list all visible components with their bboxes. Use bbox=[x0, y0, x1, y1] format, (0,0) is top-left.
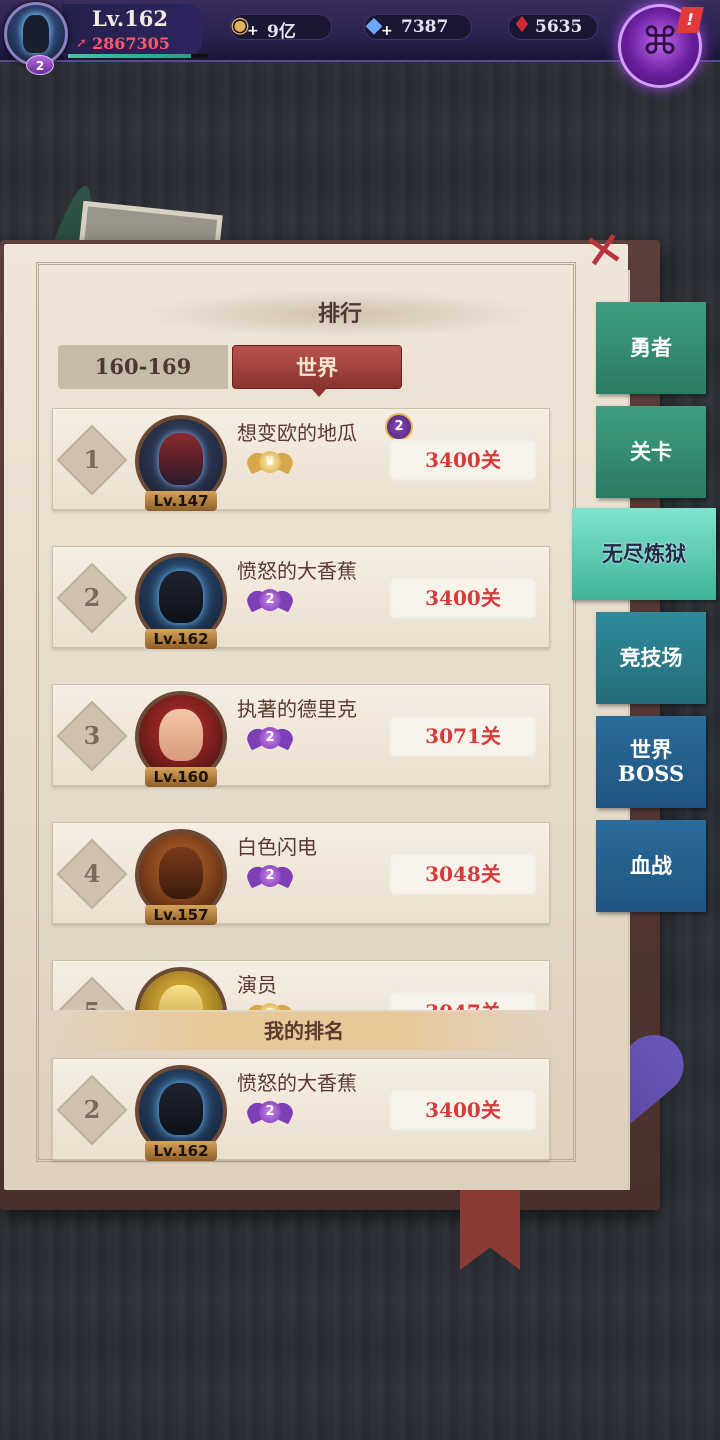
quest-scroll-button[interactable]: ⌘ ! bbox=[618, 4, 704, 88]
blood-drop-icon: ♦ bbox=[512, 13, 532, 38]
ranking-list[interactable]: 1 Lv.147 想变欧的地瓜 2 ♛ 3400关 2 Lv.162 愤怒的大香… bbox=[36, 390, 552, 1010]
avatar[interactable]: Lv.160 bbox=[135, 691, 227, 787]
player-avatar[interactable]: 2 bbox=[4, 2, 68, 75]
close-icon[interactable]: ✕ bbox=[570, 220, 638, 282]
score: 3400关 bbox=[389, 1089, 537, 1131]
rank-number: 3 bbox=[83, 721, 101, 750]
tab-world[interactable]: 世界 bbox=[232, 345, 402, 397]
player-rank-badge: 2 bbox=[26, 55, 54, 75]
rank-badge-number: 2 bbox=[259, 865, 281, 887]
avatar[interactable]: Lv.147 bbox=[135, 415, 227, 511]
avatar-art bbox=[159, 985, 203, 1010]
hero-level: Lv.157 bbox=[145, 905, 217, 925]
rank-badge-icon: ♛ bbox=[244, 449, 296, 479]
ranking-row-2[interactable]: 2 Lv.162 愤怒的大香蕉 2 3400关 bbox=[52, 546, 550, 649]
avatar-art bbox=[159, 847, 203, 899]
side-tab-arena[interactable]: 竞技场 bbox=[596, 612, 706, 704]
side-tab-hero[interactable]: 勇者 bbox=[596, 302, 706, 394]
avatar-art bbox=[159, 571, 203, 623]
player-name: 执著的德里克 bbox=[237, 697, 357, 721]
player-power: 2867305 bbox=[92, 34, 170, 53]
player-name: 愤怒的大香蕉 bbox=[237, 1071, 357, 1095]
rank-badge-number: 2 bbox=[259, 727, 281, 749]
ranking-row-1[interactable]: 1 Lv.147 想变欧的地瓜 2 ♛ 3400关 bbox=[52, 408, 550, 511]
rank-badge-icon: 2 bbox=[244, 587, 296, 617]
rank-number: 4 bbox=[83, 859, 101, 888]
player-name: 愤怒的大香蕉 bbox=[237, 559, 357, 583]
avatar-art bbox=[159, 1083, 203, 1135]
player-level-panel: Lv.162 ➚ 2867305 bbox=[62, 4, 208, 58]
blood-counter[interactable]: ♦ 5635 bbox=[508, 13, 598, 40]
rank-badge-number: 2 bbox=[259, 589, 281, 611]
xp-fill bbox=[68, 54, 192, 58]
rank-badge-icon: 2 bbox=[244, 725, 296, 755]
gem-counter[interactable]: ◆ + 7387 bbox=[364, 13, 472, 40]
avatar-art bbox=[159, 709, 203, 761]
avatar[interactable]: Lv.157 bbox=[135, 829, 227, 925]
gem-add-icon[interactable]: + bbox=[381, 23, 393, 39]
rank-badge-icon: 2 bbox=[244, 1099, 296, 1129]
rank-badge-icon: 2 bbox=[244, 863, 296, 893]
rank-badge-core: ♛ bbox=[259, 451, 281, 473]
xp-bar bbox=[68, 54, 208, 58]
score: 3071关 bbox=[389, 715, 537, 757]
gold-counter[interactable]: ◉ + 9亿 bbox=[230, 13, 332, 42]
rank-number: 1 bbox=[83, 445, 101, 474]
my-rank-row[interactable]: 2 Lv.162 愤怒的大香蕉 2 3400关 bbox=[52, 1058, 550, 1161]
score: 3047关 bbox=[389, 991, 537, 1010]
rank-number: 2 bbox=[83, 1095, 101, 1124]
avatar[interactable] bbox=[135, 967, 227, 1010]
side-tab-endless-purgatory[interactable]: 无尽炼狱 bbox=[572, 508, 716, 600]
player-name: 想变欧的地瓜 bbox=[237, 421, 357, 445]
hero-level: Lv.160 bbox=[145, 767, 217, 787]
avatar[interactable]: Lv.162 bbox=[135, 1065, 227, 1161]
player-name: 演员 bbox=[237, 973, 277, 997]
side-tab-world-boss[interactable]: 世界BOSS bbox=[596, 716, 706, 808]
rank-badge-core: ♛ bbox=[259, 1003, 281, 1010]
rank-number: 2 bbox=[83, 583, 101, 612]
ranking-row-3[interactable]: 3 Lv.160 执著的德里克 2 3071关 bbox=[52, 684, 550, 787]
side-tab-blood-battle[interactable]: 血战 bbox=[596, 820, 706, 912]
player-level: Lv.162 bbox=[92, 6, 169, 31]
hero-level: Lv.162 bbox=[145, 629, 217, 649]
player-power-row: ➚ 2867305 bbox=[76, 34, 170, 53]
tab-level-range[interactable]: 160-169 bbox=[58, 345, 228, 389]
top-bar: Lv.162 ➚ 2867305 2 ◉ + 9亿 ◆ + 7387 ♦ 563… bbox=[0, 0, 720, 75]
page-title: 排行 bbox=[317, 301, 362, 327]
rank-number: 5 bbox=[67, 987, 117, 1010]
ranking-row-4[interactable]: 4 Lv.157 白色闪电 2 3048关 bbox=[52, 822, 550, 925]
avatar[interactable]: Lv.162 bbox=[135, 553, 227, 649]
gold-value: 9亿 bbox=[267, 22, 296, 42]
avatar-helmet bbox=[23, 15, 49, 53]
avatar-art bbox=[159, 433, 203, 485]
my-rank-header: 我的排名 bbox=[56, 1012, 552, 1050]
ranking-row-5[interactable]: 5 演员 ♛ 3047关 bbox=[52, 960, 550, 1010]
gem-value: 7387 bbox=[401, 17, 449, 37]
hero-level: Lv.162 bbox=[145, 1141, 217, 1161]
score: 3048关 bbox=[389, 853, 537, 895]
power-icon: ➚ bbox=[76, 35, 87, 51]
blood-value: 5635 bbox=[535, 17, 583, 37]
score: 3400关 bbox=[389, 577, 537, 619]
score: 3400关 bbox=[389, 439, 537, 481]
gold-add-icon[interactable]: + bbox=[247, 23, 259, 39]
rank-badge-icon: ♛ bbox=[244, 1001, 296, 1010]
hero-level: Lv.147 bbox=[145, 491, 217, 511]
vip-icon: 2 bbox=[385, 413, 413, 441]
side-tab-stage[interactable]: 关卡 bbox=[596, 406, 706, 498]
rank-badge-number: 2 bbox=[259, 1101, 281, 1123]
player-name: 白色闪电 bbox=[237, 835, 317, 859]
